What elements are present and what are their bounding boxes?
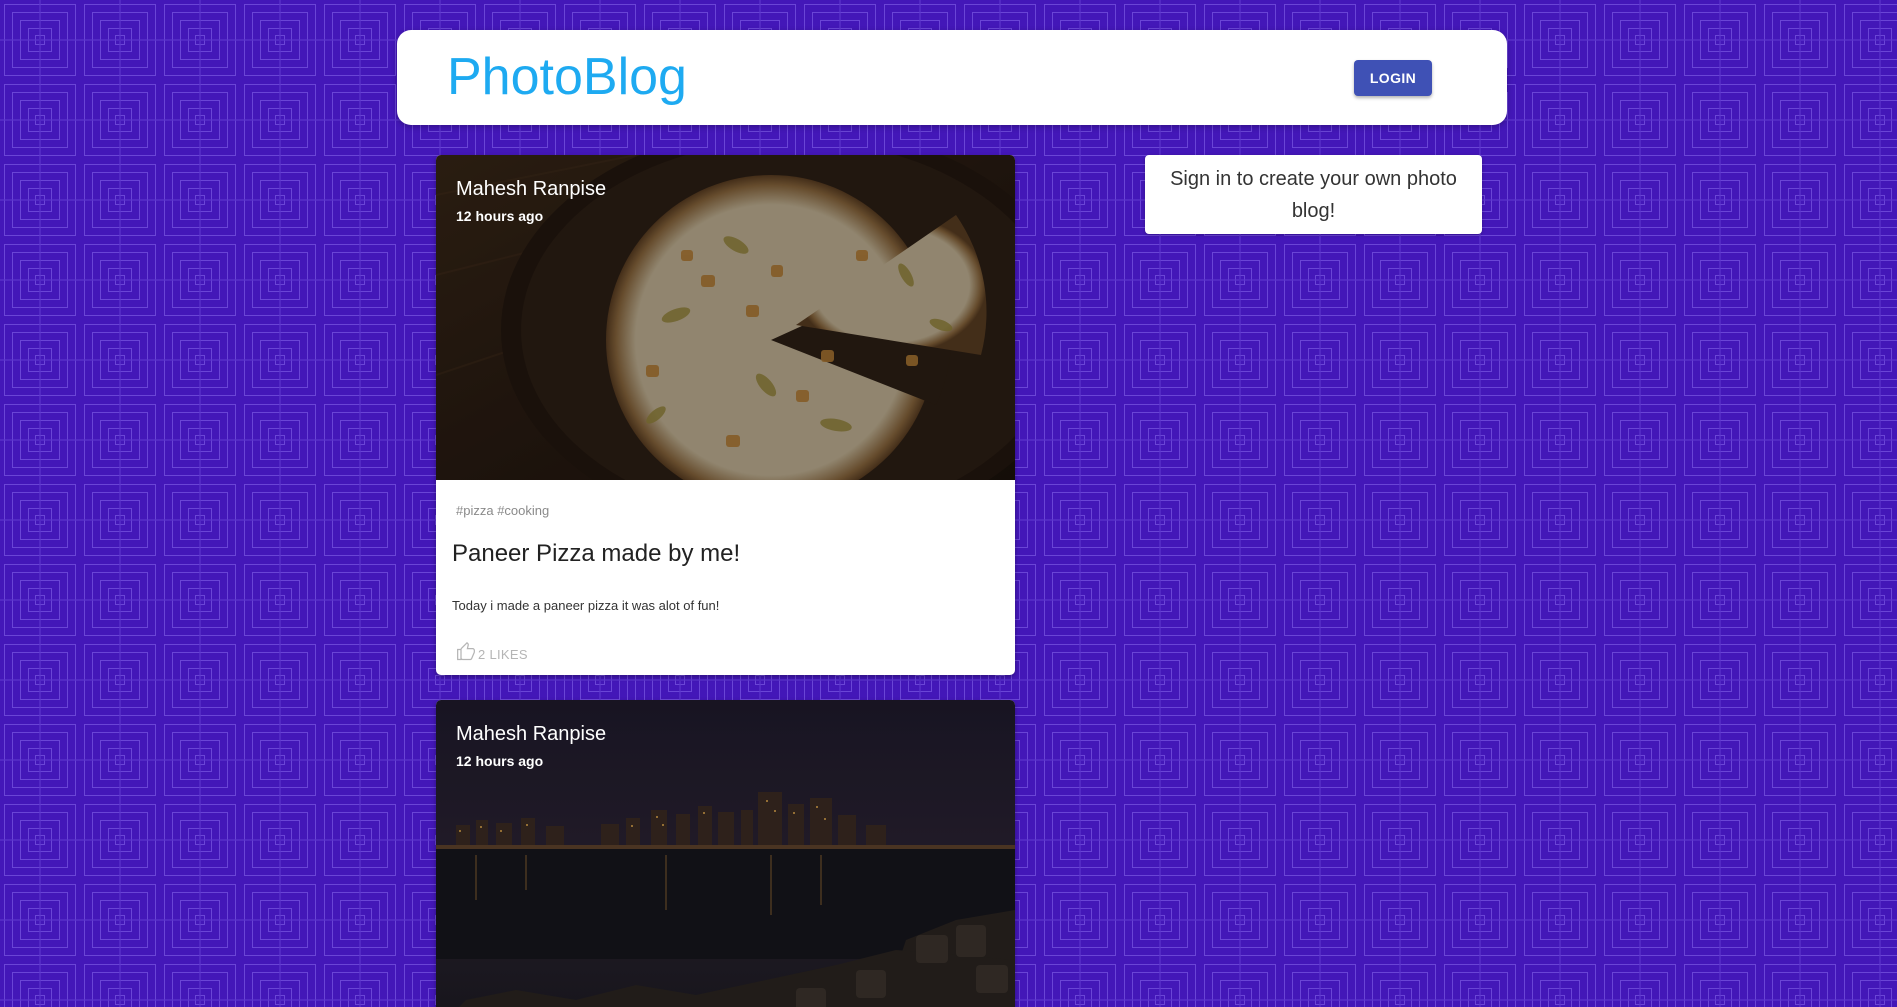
post-time: 12 hours ago	[456, 208, 544, 224]
likes-count: 2 LIKES	[478, 646, 528, 662]
thumbs-up-icon	[456, 641, 476, 667]
login-button[interactable]: LOGIN	[1354, 60, 1432, 96]
signin-prompt: Sign in to create your own photo blog!	[1145, 155, 1482, 234]
post-author: Mahesh Ranpise	[456, 723, 607, 745]
post-image: Mahesh Ranpise 12 hours ago	[436, 155, 1015, 480]
post-image: Mahesh Ranpise 12 hours ago	[436, 700, 1015, 1007]
app-header: PhotoBlog LOGIN	[397, 30, 1507, 125]
night-city-skyline-photo	[436, 700, 1015, 1007]
brand-logo[interactable]: PhotoBlog	[447, 47, 687, 107]
post-card: Mahesh Ranpise 12 hours ago #pizza #cook…	[436, 155, 1015, 675]
pizza-photo	[436, 155, 1015, 480]
post-author: Mahesh Ranpise	[456, 178, 607, 200]
post-card: Mahesh Ranpise 12 hours ago	[436, 700, 1015, 1007]
post-time: 12 hours ago	[456, 753, 544, 769]
post-body: Today i made a paneer pizza it was alot …	[452, 598, 720, 613]
signin-message: Sign in to create your own photo blog!	[1170, 167, 1457, 222]
post-tags: #pizza #cooking	[456, 503, 550, 518]
post-title: Paneer Pizza made by me!	[452, 540, 741, 567]
like-button[interactable]: 2 LIKES	[456, 641, 528, 667]
